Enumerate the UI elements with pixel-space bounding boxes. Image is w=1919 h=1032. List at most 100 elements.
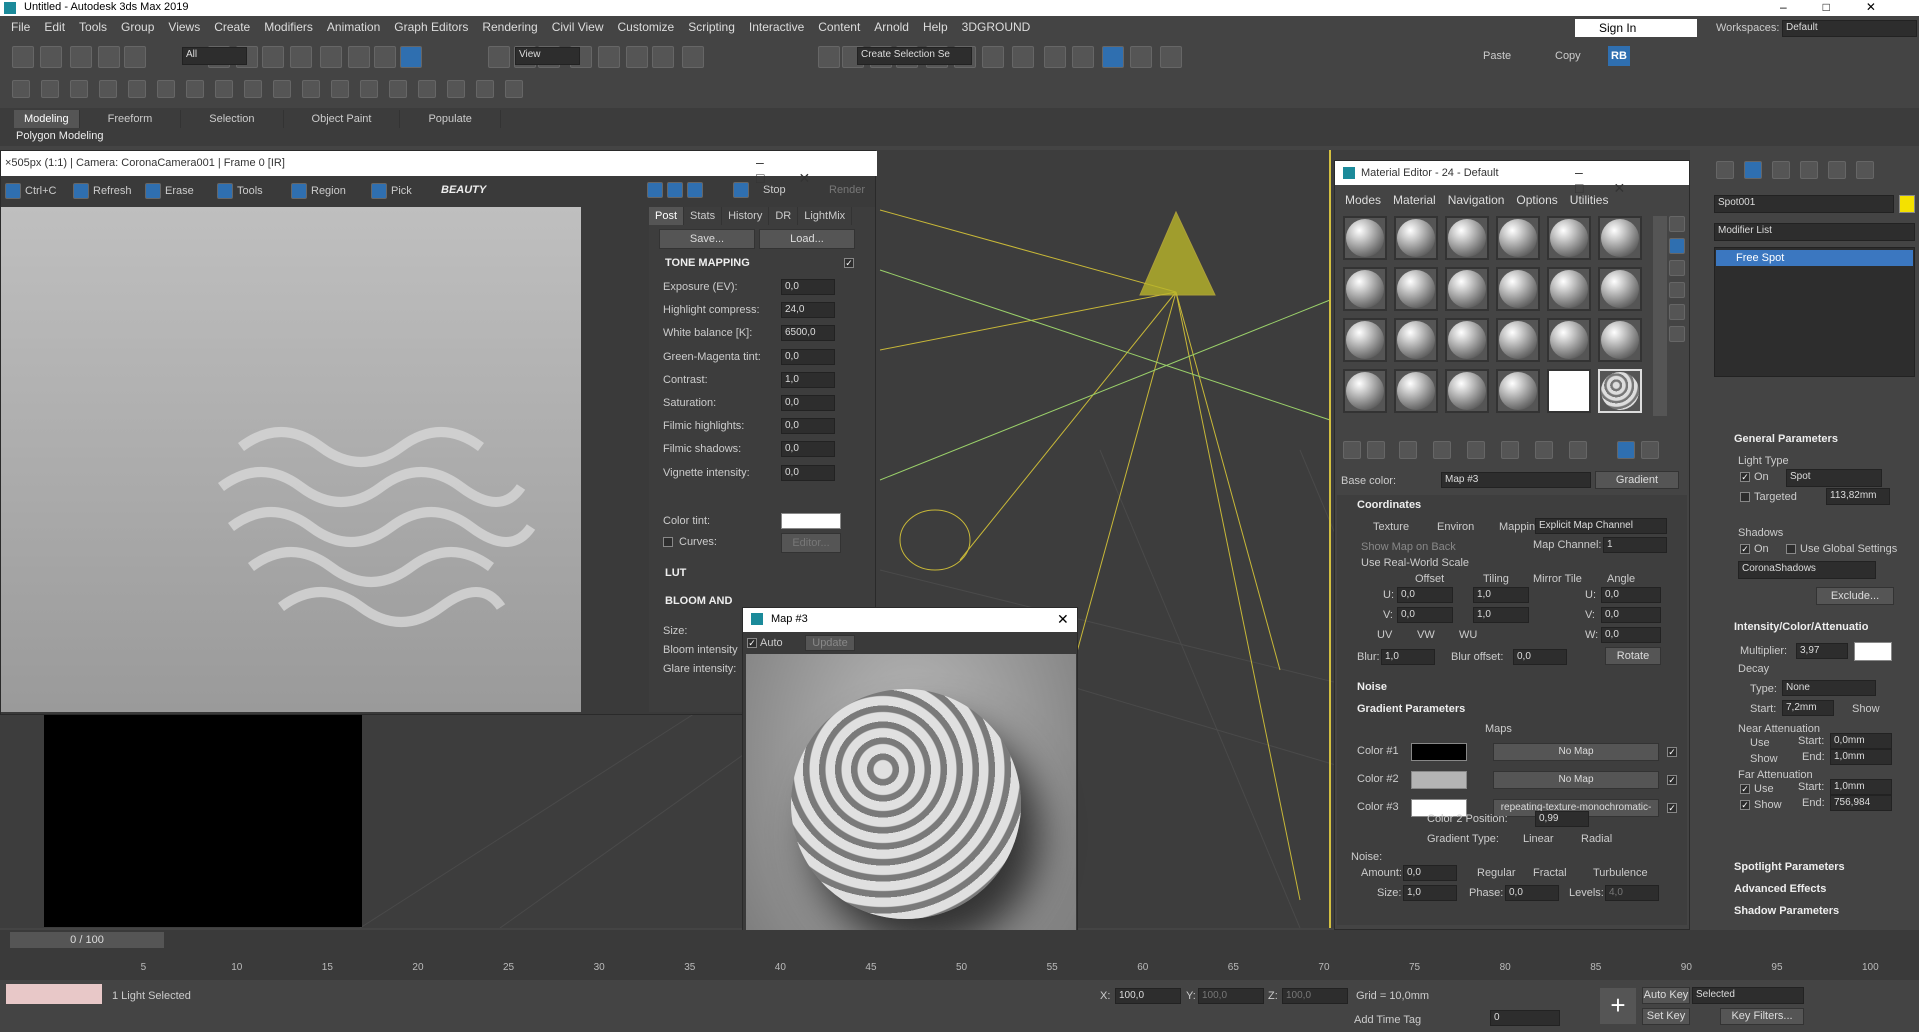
motion-tab-icon[interactable] <box>1800 161 1818 179</box>
toolbar-tool-3-icon[interactable] <box>70 46 92 68</box>
toolbar-tool-30-icon[interactable] <box>1044 46 1066 68</box>
ribbon-tab-selection[interactable]: Selection <box>181 110 284 128</box>
vfb-param-field[interactable]: 6500,0 <box>781 325 835 342</box>
toolbar-row2-tool-15-icon[interactable] <box>418 80 436 98</box>
toolbar-row2-tool-6-icon[interactable] <box>157 80 175 98</box>
toolbar-tool-10-icon[interactable] <box>320 46 342 68</box>
phase-field[interactable]: 0,0 <box>1505 885 1559 901</box>
workspaces-dropdown[interactable]: Default <box>1782 20 1917 37</box>
render-button[interactable]: Render <box>829 184 865 196</box>
shadows-on-checkbox[interactable]: ✓ <box>1740 544 1750 554</box>
sample-slot[interactable] <box>1598 318 1642 362</box>
blur-field[interactable]: 1,0 <box>1381 649 1435 665</box>
menu-scripting[interactable]: Scripting <box>681 16 742 38</box>
load-button[interactable]: Load... <box>759 229 855 249</box>
menu-animation[interactable]: Animation <box>320 16 387 38</box>
sample-slot[interactable] <box>1445 267 1489 311</box>
selection-filter-dropdown[interactable]: All <box>182 47 247 65</box>
camera-viewport[interactable] <box>44 715 362 927</box>
vfb-param-field[interactable]: 0,0 <box>781 279 835 295</box>
sample-slot[interactable] <box>1598 267 1642 311</box>
hierarchy-tab-icon[interactable] <box>1772 161 1790 179</box>
multiplier-field[interactable]: 3,97 <box>1796 643 1848 659</box>
toolbar-tool-31-icon[interactable] <box>1072 46 1094 68</box>
near-show-label[interactable]: Show <box>1750 753 1778 765</box>
toolbar-row2-tool-5-icon[interactable] <box>128 80 146 98</box>
background-icon[interactable] <box>1669 260 1685 276</box>
menu-graph-editors[interactable]: Graph Editors <box>387 16 475 38</box>
near-use-label[interactable]: Use <box>1750 737 1770 749</box>
vfb-region-icon[interactable] <box>291 183 307 199</box>
get-material-icon[interactable] <box>1343 441 1361 459</box>
vfb-param-field[interactable]: 0,0 <box>781 464 835 481</box>
toolbar-tool-32-icon[interactable] <box>1102 46 1124 68</box>
backlight-icon[interactable] <box>1669 238 1685 254</box>
vw-radio[interactable]: VW <box>1417 629 1435 641</box>
sample-slot[interactable] <box>1394 267 1438 311</box>
auto-checkbox[interactable]: ✓ <box>747 638 757 648</box>
toolbar-row2-tool-9-icon[interactable] <box>244 80 262 98</box>
vfb-param-field[interactable]: 0,0 <box>781 395 835 411</box>
sign-in-button[interactable]: Sign In <box>1575 19 1697 37</box>
w-angle-field[interactable]: 0,0 <box>1601 627 1661 643</box>
toolbar-row2-tool-4-icon[interactable] <box>99 80 117 98</box>
sample-slot[interactable] <box>1343 216 1387 260</box>
menu-customize[interactable]: Customize <box>611 16 682 38</box>
toolbar-row2-tool-2-icon[interactable] <box>41 80 59 98</box>
add-time-tag[interactable]: Add Time Tag <box>1354 1014 1421 1026</box>
u-tiling-field[interactable]: 1,0 <box>1473 587 1529 603</box>
decay-show-label[interactable]: Show <box>1852 703 1880 715</box>
menu-create[interactable]: Create <box>207 16 257 38</box>
vfb-pick-icon[interactable] <box>371 183 387 199</box>
go-parent-icon[interactable] <box>1641 441 1659 459</box>
tone-mapping-checkbox[interactable]: ✓ <box>844 258 854 268</box>
menu-rendering[interactable]: Rendering <box>475 16 544 38</box>
linear-radio[interactable]: Linear <box>1523 833 1554 845</box>
gradient-color-swatch[interactable] <box>1411 771 1467 789</box>
map-type-button[interactable]: Gradient <box>1595 471 1679 489</box>
toolbar-tool-18-icon[interactable] <box>598 46 620 68</box>
gradient-color-swatch[interactable] <box>1411 743 1467 761</box>
vfb-param-field[interactable]: 0,0 <box>781 348 835 365</box>
menu-interactive[interactable]: Interactive <box>742 16 811 38</box>
bloom-header[interactable]: BLOOM AND <box>665 595 732 607</box>
sample-slot[interactable] <box>1343 318 1387 362</box>
reference-coordinate-dropdown[interactable]: View <box>515 47 580 65</box>
vfb-ctrl-c-icon[interactable] <box>5 183 21 199</box>
intensity-header[interactable]: Intensity/Color/Attenuatio <box>1734 621 1868 633</box>
set-key-button[interactable]: Set Key <box>1642 1008 1690 1025</box>
z-coordinate-field[interactable]: 100,0 <box>1282 988 1348 1004</box>
advanced-effects-header[interactable]: Advanced Effects <box>1734 883 1826 895</box>
tone-mapping-header[interactable]: TONE MAPPING <box>665 257 750 269</box>
toolbar-row2-tool-17-icon[interactable] <box>476 80 494 98</box>
menu-edit[interactable]: Edit <box>37 16 72 38</box>
vfb-tab-history[interactable]: History <box>722 207 770 225</box>
toolbar-row2-tool-10-icon[interactable] <box>273 80 291 98</box>
u-offset-field[interactable]: 0,0 <box>1397 587 1453 603</box>
color2-position-field[interactable]: 0,99 <box>1535 811 1589 827</box>
far-end-field[interactable]: 756,984 <box>1830 795 1892 811</box>
sample-slot[interactable] <box>1547 369 1591 413</box>
make-unique-icon[interactable] <box>1467 441 1485 459</box>
mat-menu-modes[interactable]: Modes <box>1339 191 1387 209</box>
sample-slot[interactable] <box>1496 318 1540 362</box>
sample-slot[interactable] <box>1343 369 1387 413</box>
sample-slot[interactable] <box>1547 318 1591 362</box>
assign-material-icon[interactable] <box>1399 441 1417 459</box>
curves-editor-button[interactable]: Editor... <box>781 533 841 553</box>
toolbar-tool-14-icon[interactable] <box>488 46 510 68</box>
close-icon[interactable]: ✕ <box>1057 611 1069 628</box>
vfb-tab-dr[interactable]: DR <box>769 207 799 225</box>
decay-type-dropdown[interactable]: None <box>1782 680 1876 696</box>
coordinates-header[interactable]: Coordinates <box>1357 499 1421 511</box>
sample-slot[interactable] <box>1496 369 1540 413</box>
put-to-scene-icon[interactable] <box>1367 441 1385 459</box>
paste-button[interactable]: Paste <box>1483 50 1511 62</box>
object-color-swatch[interactable] <box>1899 195 1915 213</box>
fractal-radio[interactable]: Fractal <box>1533 867 1567 879</box>
sample-type-icon[interactable] <box>1669 216 1685 232</box>
create-tab-icon[interactable] <box>1716 161 1734 179</box>
named-selection-dropdown[interactable]: Create Selection Se <box>857 47 972 65</box>
amount-field[interactable]: 0,0 <box>1403 865 1457 881</box>
vfb-region-button[interactable]: Region <box>311 185 346 197</box>
